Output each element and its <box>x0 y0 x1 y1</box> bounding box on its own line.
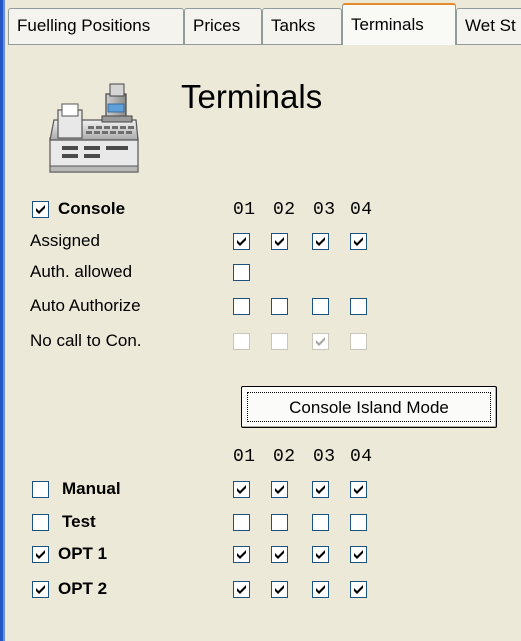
no-call-label: No call to Con. <box>30 331 142 350</box>
assigned-02-checkbox[interactable] <box>271 233 288 250</box>
tab-wet-stock[interactable]: Wet St <box>456 8 521 44</box>
test-checkbox[interactable] <box>32 514 49 531</box>
no-call-01-checkbox <box>233 333 250 350</box>
check-icon <box>36 550 45 559</box>
device-col-04: 04 <box>350 447 373 467</box>
device-col-03: 03 <box>313 447 336 467</box>
check-icon <box>237 585 246 594</box>
check-icon <box>275 237 284 246</box>
auto-authorize-01-checkbox[interactable] <box>233 298 250 315</box>
page-title: Terminals <box>181 78 323 115</box>
opt1-02-checkbox[interactable] <box>271 546 288 563</box>
opt1-01-checkbox[interactable] <box>233 546 250 563</box>
auth-allowed-label: Auth. allowed <box>30 262 133 281</box>
check-icon <box>36 585 45 594</box>
assigned-04-checkbox[interactable] <box>350 233 367 250</box>
console-col-03: 03 <box>313 200 336 220</box>
tab-prices[interactable]: Prices <box>184 8 262 44</box>
tab-terminals[interactable]: Terminals <box>342 3 456 45</box>
test-02-checkbox[interactable] <box>271 514 288 531</box>
console-island-mode-button[interactable]: Console Island Mode <box>241 386 497 428</box>
check-icon <box>316 337 325 346</box>
check-icon <box>237 485 246 494</box>
check-icon <box>354 550 363 559</box>
check-icon <box>275 550 284 559</box>
console-island-mode-label: Console Island Mode <box>247 392 491 422</box>
auto-authorize-02-checkbox[interactable] <box>271 298 288 315</box>
opt1-label: OPT 1 <box>58 544 108 563</box>
console-checkbox[interactable] <box>32 201 49 218</box>
assigned-03-checkbox[interactable] <box>312 233 329 250</box>
console-col-04: 04 <box>350 200 373 220</box>
opt2-02-checkbox[interactable] <box>271 581 288 598</box>
check-icon <box>354 237 363 246</box>
tab-tanks[interactable]: Tanks <box>262 8 342 44</box>
console-col-01: 01 <box>233 200 256 220</box>
check-icon <box>316 550 325 559</box>
check-icon <box>275 585 284 594</box>
manual-label: Manual <box>62 479 121 498</box>
device-col-01: 01 <box>233 447 256 467</box>
test-04-checkbox[interactable] <box>350 514 367 531</box>
opt1-04-checkbox[interactable] <box>350 546 367 563</box>
opt2-checkbox[interactable] <box>32 581 49 598</box>
check-icon <box>237 550 246 559</box>
console-col-02: 02 <box>273 200 296 220</box>
opt2-03-checkbox[interactable] <box>312 581 329 598</box>
opt1-03-checkbox[interactable] <box>312 546 329 563</box>
assigned-01-checkbox[interactable] <box>233 233 250 250</box>
check-icon <box>36 205 45 214</box>
cash-register-icon <box>49 83 139 173</box>
manual-03-checkbox[interactable] <box>312 481 329 498</box>
manual-04-checkbox[interactable] <box>350 481 367 498</box>
opt2-label: OPT 2 <box>58 579 108 598</box>
no-call-04-checkbox <box>350 333 367 350</box>
check-icon <box>316 585 325 594</box>
auto-authorize-04-checkbox[interactable] <box>350 298 367 315</box>
opt2-01-checkbox[interactable] <box>233 581 250 598</box>
check-icon <box>275 485 284 494</box>
no-call-03-checkbox <box>312 333 329 350</box>
test-01-checkbox[interactable] <box>233 514 250 531</box>
tab-fuelling-positions[interactable]: Fuelling Positions <box>8 8 184 44</box>
device-col-02: 02 <box>273 447 296 467</box>
opt2-04-checkbox[interactable] <box>350 581 367 598</box>
check-icon <box>316 485 325 494</box>
console-label: Console <box>58 199 126 218</box>
check-icon <box>237 237 246 246</box>
window-edge-inner <box>3 0 5 641</box>
test-03-checkbox[interactable] <box>312 514 329 531</box>
opt1-checkbox[interactable] <box>32 546 49 563</box>
check-icon <box>316 237 325 246</box>
check-icon <box>354 485 363 494</box>
auto-authorize-label: Auto Authorize <box>30 296 141 315</box>
tab-strip: Fuelling Positions Prices Tanks Terminal… <box>8 0 521 46</box>
auto-authorize-03-checkbox[interactable] <box>312 298 329 315</box>
manual-checkbox[interactable] <box>32 481 49 498</box>
test-label: Test <box>62 512 96 531</box>
check-icon <box>354 585 363 594</box>
assigned-label: Assigned <box>30 231 100 250</box>
manual-01-checkbox[interactable] <box>233 481 250 498</box>
no-call-02-checkbox <box>271 333 288 350</box>
manual-02-checkbox[interactable] <box>271 481 288 498</box>
auth-allowed-checkbox[interactable] <box>233 264 250 281</box>
